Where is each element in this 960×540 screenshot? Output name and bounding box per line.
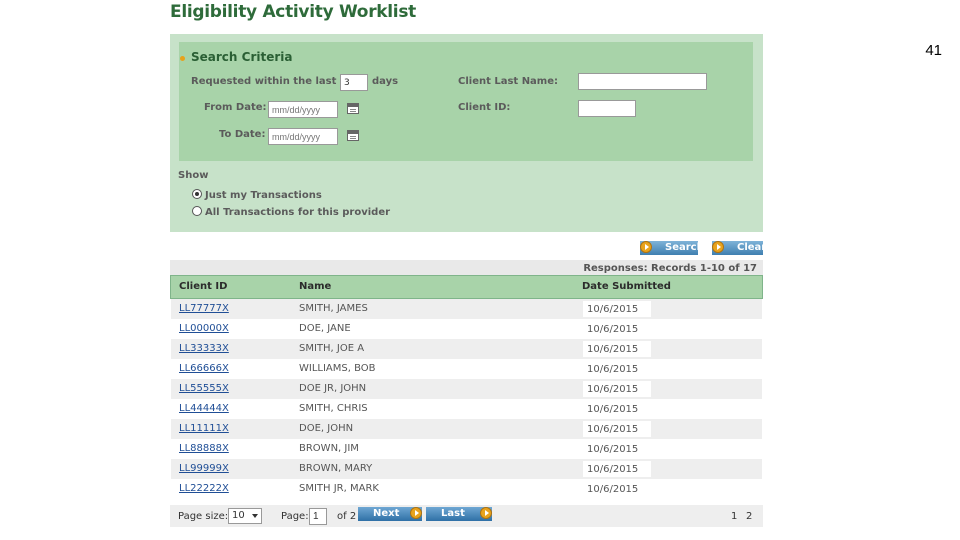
requested-within-days-input[interactable] (340, 74, 368, 91)
table-row: LL00000X DOE, JANE 10/6/2015 (171, 319, 762, 339)
client-name: DOE, JOHN (299, 423, 354, 434)
from-date-input[interactable] (268, 101, 338, 118)
page-link-1[interactable]: 1 (731, 511, 737, 522)
date-submitted: 10/6/2015 (583, 481, 651, 497)
arrow-circle-icon (410, 507, 422, 519)
slide-number: 41 (925, 42, 942, 59)
client-id-link[interactable]: LL44444X (179, 403, 229, 414)
client-id-link[interactable]: LL22222X (179, 483, 229, 494)
date-submitted: 10/6/2015 (583, 361, 651, 377)
client-id-input[interactable] (578, 100, 636, 117)
column-header-name[interactable]: Name (299, 281, 331, 292)
date-submitted: 10/6/2015 (583, 441, 651, 457)
all-transactions-label: All Transactions for this provider (205, 207, 391, 218)
table-row: LL44444X SMITH, CHRIS 10/6/2015 (171, 399, 762, 419)
table-row: LL22222X SMITH JR, MARK 10/6/2015 (171, 479, 762, 501)
search-button-label: Search (665, 242, 704, 253)
table-row: LL99999X BROWN, MARY 10/6/2015 (171, 459, 762, 479)
client-name: DOE, JANE (299, 323, 351, 334)
table-row: LL55555X DOE JR, JOHN 10/6/2015 (171, 379, 762, 399)
client-id-link[interactable]: LL55555X (179, 383, 229, 394)
show-label: Show (178, 170, 209, 181)
table-row: LL33333X SMITH, JOE A 10/6/2015 (171, 339, 762, 359)
client-name: SMITH, JAMES (299, 303, 368, 314)
arrow-circle-icon (480, 507, 492, 519)
just-my-transactions-label: Just my Transactions (205, 190, 322, 201)
date-submitted: 10/6/2015 (583, 401, 651, 417)
date-submitted: 10/6/2015 (583, 461, 651, 477)
to-date-label: To Date: (219, 129, 266, 140)
from-date-label: From Date: (204, 102, 267, 113)
client-id-label: Client ID: (458, 102, 511, 113)
client-id-link[interactable]: LL77777X (179, 303, 229, 314)
client-id-link[interactable]: LL00000X (179, 323, 229, 334)
chevron-down-icon (252, 514, 258, 518)
last-button-label: Last (441, 508, 465, 519)
client-id-link[interactable]: LL33333X (179, 343, 229, 354)
results-summary: Responses: Records 1-10 of 17 (583, 263, 757, 274)
radio-all-transactions[interactable] (192, 206, 202, 216)
arrow-circle-icon (640, 241, 652, 253)
bullet-icon (180, 56, 185, 61)
requested-within-label: Requested within the last (191, 76, 337, 87)
client-name: SMITH JR, MARK (299, 483, 379, 494)
table-row: LL77777X SMITH, JAMES 10/6/2015 (171, 299, 762, 319)
days-label: days (372, 76, 399, 87)
date-submitted: 10/6/2015 (583, 421, 651, 437)
table-row: LL11111X DOE, JOHN 10/6/2015 (171, 419, 762, 439)
next-button-label: Next (373, 508, 400, 519)
date-submitted: 10/6/2015 (583, 321, 651, 337)
page-title: Eligibility Activity Worklist (170, 2, 416, 22)
page-of-label: of 2 (337, 511, 357, 522)
date-submitted: 10/6/2015 (583, 341, 651, 357)
client-name: SMITH, CHRIS (299, 403, 368, 414)
to-date-input[interactable] (268, 128, 338, 145)
client-id-link[interactable]: LL88888X (179, 443, 229, 454)
arrow-circle-icon (712, 241, 724, 253)
calendar-icon[interactable] (347, 130, 359, 141)
client-id-link[interactable]: LL66666X (179, 363, 229, 374)
search-criteria-title: Search Criteria (191, 50, 293, 64)
date-submitted: 10/6/2015 (583, 301, 651, 317)
client-last-name-label: Client Last Name: (458, 76, 559, 87)
date-submitted: 10/6/2015 (583, 381, 651, 397)
calendar-icon[interactable] (347, 103, 359, 114)
client-name: DOE JR, JOHN (299, 383, 367, 394)
client-name: BROWN, MARY (299, 463, 373, 474)
client-name: SMITH, JOE A (299, 343, 365, 354)
column-header-client-id[interactable]: Client ID (179, 281, 227, 292)
page-label: Page: (281, 511, 309, 522)
results-header (170, 275, 763, 299)
page-size-label: Page size: (178, 511, 229, 522)
client-id-link[interactable]: LL99999X (179, 463, 229, 474)
page-link-2[interactable]: 2 (746, 511, 752, 522)
client-name: WILLIAMS, BOB (299, 363, 376, 374)
page-size-value: 10 (232, 510, 245, 521)
table-row: LL88888X BROWN, JIM 10/6/2015 (171, 439, 762, 459)
page-number-input[interactable] (309, 508, 327, 525)
client-name: BROWN, JIM (299, 443, 359, 454)
column-header-date-submitted[interactable]: Date Submitted (582, 281, 671, 292)
client-last-name-input[interactable] (578, 73, 707, 90)
page-size-select[interactable]: 10 (228, 508, 262, 524)
client-id-link[interactable]: LL11111X (179, 423, 229, 434)
clear-button-label: Clear (737, 242, 767, 253)
radio-just-my-transactions[interactable] (192, 189, 202, 199)
table-row: LL66666X WILLIAMS, BOB 10/6/2015 (171, 359, 762, 379)
